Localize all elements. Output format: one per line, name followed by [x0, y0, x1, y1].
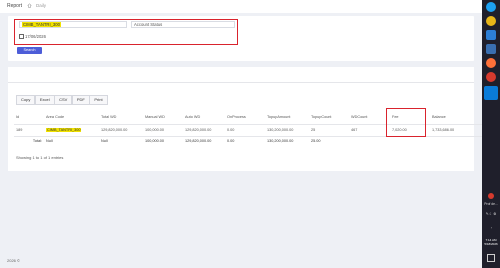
- col-header-wd-count[interactable]: WDCount: [349, 110, 390, 124]
- csv-button[interactable]: CSV: [54, 95, 73, 105]
- total-label: Total:: [32, 139, 42, 144]
- taskbar-label: Prof de...: [484, 202, 498, 206]
- app-red-icon[interactable]: [486, 72, 496, 82]
- clock-date: 5/18/2026: [484, 242, 498, 246]
- home-icon[interactable]: [27, 3, 32, 8]
- col-header-onprocess[interactable]: OnProcess: [225, 110, 265, 124]
- system-tray-icons[interactable]: ✎ ☾ ⚙: [482, 212, 500, 216]
- app-window: Report Daily CIMB_TANTRI_300 Account Sta…: [0, 0, 482, 268]
- chrome-icon[interactable]: [486, 16, 496, 26]
- files-icon[interactable]: [486, 44, 496, 54]
- col-header-topup-amount[interactable]: TopupAmount: [265, 110, 309, 124]
- cell-wd-count: 467: [351, 128, 358, 132]
- breadcrumb-daily[interactable]: Daily: [36, 3, 46, 8]
- cell-balance: 1,733,686.00: [432, 128, 455, 132]
- col-header-balance[interactable]: Balance: [430, 110, 482, 124]
- clock[interactable]: 7:14 AM 5/18/2026: [482, 238, 500, 246]
- col-header-manual-wd[interactable]: Manual WD: [143, 110, 183, 124]
- col-header-id[interactable]: Id: [14, 110, 44, 124]
- network-icon[interactable]: ◔: [482, 226, 500, 230]
- pdf-button[interactable]: PDF: [71, 95, 90, 105]
- total-total-wd: Null: [101, 139, 108, 144]
- cell-total-wd: 129,820,000.00: [101, 128, 128, 132]
- taskbar: Prof de... ✎ ☾ ⚙ ◔ 7:14 AM 5/18/2026: [482, 0, 500, 268]
- col-header-topup-count[interactable]: TopupCount: [309, 110, 349, 124]
- table-total-row: Total: Null Null 100,000.00 129,820,000.…: [14, 136, 482, 146]
- total-topup-count: 25.00: [311, 139, 321, 144]
- search-button[interactable]: Search: [17, 47, 42, 54]
- top-bar: Report Daily: [0, 0, 482, 13]
- cell-onprocess: 0.00: [227, 128, 235, 132]
- report-card-header: [8, 67, 474, 83]
- filter-highlight-box: [14, 19, 238, 45]
- excel-button[interactable]: Excel: [34, 95, 55, 105]
- cell-id: 189: [16, 128, 23, 132]
- col-header-area-code[interactable]: Area Code: [44, 110, 99, 124]
- user-icon[interactable]: [488, 193, 494, 199]
- print-button[interactable]: Print: [89, 95, 108, 105]
- active-app-icon[interactable]: [484, 86, 498, 100]
- copy-button[interactable]: Copy: [16, 95, 36, 105]
- area-code-badge: CIMB_TANTRI_300: [46, 128, 82, 132]
- page-title: Report: [7, 3, 23, 9]
- mail-icon[interactable]: [486, 30, 496, 40]
- table-info: Showing 1 to 1 of 1 entries: [16, 155, 64, 160]
- total-manual-wd: 100,000.00: [145, 139, 165, 144]
- col-header-total-wd[interactable]: Total WD: [99, 110, 143, 124]
- notification-icon[interactable]: [487, 254, 495, 262]
- edge-icon[interactable]: [486, 2, 496, 12]
- cell-auto-wd: 129,820,000.00: [185, 128, 212, 132]
- total-onprocess: 0.00: [227, 139, 235, 144]
- cell-topup-count: 25: [311, 128, 316, 132]
- cell-area-code: CIMB_TANTRI_300: [44, 124, 99, 136]
- export-button-group: Copy Excel CSV PDF Print: [16, 95, 108, 105]
- page-footer: 2026 ©: [7, 258, 20, 263]
- firefox-icon[interactable]: [486, 58, 496, 68]
- cell-topup-amount: 130,200,000.00: [267, 128, 294, 132]
- fee-highlight-box: [386, 108, 426, 137]
- col-header-auto-wd[interactable]: Auto WD: [183, 110, 225, 124]
- total-auto-wd: 129,820,000.00: [185, 139, 212, 144]
- total-area-code: Null: [46, 139, 53, 144]
- cell-manual-wd: 100,000.00: [145, 128, 165, 132]
- total-topup-amount: 130,200,000.00: [267, 139, 294, 144]
